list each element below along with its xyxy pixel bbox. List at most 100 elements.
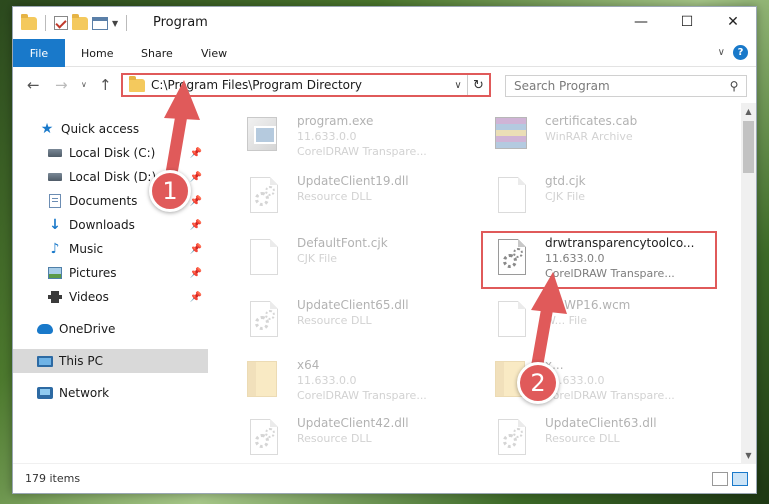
sidebar-item-quick-access[interactable]: ★ Quick access	[13, 117, 208, 141]
tab-share[interactable]: Share	[135, 39, 179, 67]
recent-locations-chevron-icon[interactable]: ∨	[81, 80, 87, 89]
sidebar-item-videos[interactable]: Videos 📌	[13, 285, 208, 309]
scroll-down-icon[interactable]: ▼	[741, 447, 756, 463]
tab-home[interactable]: Home	[75, 39, 119, 67]
file-name: 5...WP16.wcm	[545, 298, 631, 312]
file-name: UpdateClient42.dll	[297, 416, 409, 430]
sidebar-item-local-disk-c[interactable]: Local Disk (C:) 📌	[13, 141, 208, 165]
pin-icon[interactable]: 📌	[190, 292, 202, 303]
ribbon-tabs: File Home Share View ∨ ?	[13, 39, 756, 67]
cloud-icon	[37, 324, 53, 334]
sidebar-item-onedrive[interactable]: OneDrive	[13, 317, 208, 341]
window-title: Program	[153, 15, 208, 30]
address-path[interactable]: C:\Program Files\Program Directory	[151, 78, 449, 92]
download-icon: ↓	[49, 217, 61, 233]
file-item-wp16-wcm[interactable]: 5...WP16.wcm W... File	[483, 293, 723, 349]
sidebar-item-label: Quick access	[61, 122, 140, 136]
file-item-updateclient42[interactable]: UpdateClient42.dll Resource DLL	[235, 411, 475, 463]
up-arrow-icon[interactable]: ↑	[99, 76, 112, 94]
sidebar-item-music[interactable]: ♪ Music 📌	[13, 237, 208, 261]
file-name: UpdateClient63.dll	[545, 416, 657, 430]
sidebar-item-label: Documents	[69, 194, 138, 208]
sidebar-item-pictures[interactable]: Pictures 📌	[13, 261, 208, 285]
file-type: WinRAR Archive	[545, 130, 633, 143]
file-type: Resource DLL	[297, 190, 372, 203]
file-item-updateclient63[interactable]: UpdateClient63.dll Resource DLL	[483, 411, 723, 463]
file-item-program-exe[interactable]: program.exe 11.633.0.0 CorelDRAW Transpa…	[235, 109, 475, 165]
dll-icon	[250, 301, 278, 337]
explorer-window: ▼ Program — ☐ ✕ File Home Share View ∨ ?…	[12, 6, 757, 494]
tab-file[interactable]: File	[13, 39, 65, 67]
file-version: 11.633.0.0	[545, 374, 605, 387]
refresh-icon[interactable]: ↻	[467, 75, 489, 95]
sidebar-item-this-pc[interactable]: This PC	[13, 349, 208, 373]
network-icon	[37, 387, 53, 399]
pin-icon[interactable]: 📌	[190, 172, 202, 183]
new-folder-icon[interactable]	[72, 13, 88, 30]
status-bar: 179 items	[13, 463, 756, 493]
file-item-x64[interactable]: x64 11.633.0.0 CorelDRAW Transpare...	[235, 353, 475, 409]
help-icon[interactable]: ?	[733, 45, 748, 60]
file-type: Resource DLL	[297, 432, 372, 445]
close-button[interactable]: ✕	[710, 7, 756, 37]
file-item-updateclient19[interactable]: UpdateClient19.dll Resource DLL	[235, 169, 475, 225]
documents-icon	[49, 194, 61, 208]
address-dropdown-icon[interactable]: ∨	[449, 80, 467, 91]
file-type: Resource DLL	[297, 314, 372, 327]
file-icon	[498, 301, 526, 337]
details-view-icon[interactable]	[712, 472, 728, 486]
file-item-updateclient65[interactable]: UpdateClient65.dll Resource DLL	[235, 293, 475, 349]
file-name: x64	[297, 358, 320, 372]
tab-view[interactable]: View	[195, 39, 233, 67]
pin-icon[interactable]: 📌	[190, 148, 202, 159]
minimize-button[interactable]: —	[618, 7, 664, 37]
file-description: CorelDRAW Transpare...	[297, 145, 427, 158]
pin-icon[interactable]: 📌	[190, 268, 202, 279]
file-icon	[498, 177, 526, 213]
search-input[interactable]: Search Program ⚲	[505, 75, 747, 97]
collapse-ribbon-icon[interactable]: ∨	[718, 47, 725, 58]
file-version: 11.633.0.0	[297, 130, 357, 143]
address-folder-icon	[129, 75, 145, 92]
file-item-defaultfont-cjk[interactable]: DefaultFont.cjk CJK File	[235, 231, 475, 287]
sidebar-item-network[interactable]: Network	[13, 381, 208, 405]
videos-icon	[48, 291, 62, 303]
sidebar-item-label: Pictures	[69, 266, 117, 280]
search-icon[interactable]: ⚲	[722, 79, 746, 93]
sidebar-item-label: Local Disk (C:)	[69, 146, 156, 160]
pictures-icon	[48, 267, 62, 279]
pin-icon[interactable]: 📌	[190, 196, 202, 207]
properties-check-icon[interactable]	[54, 16, 68, 30]
title-bar: ▼ Program — ☐ ✕	[13, 7, 756, 39]
address-bar[interactable]: C:\Program Files\Program Directory ∨ ↻	[121, 73, 491, 97]
sidebar-item-downloads[interactable]: ↓ Downloads 📌	[13, 213, 208, 237]
file-item-gtd-cjk[interactable]: gtd.cjk CJK File	[483, 169, 723, 225]
sidebar-item-label: This PC	[59, 354, 103, 368]
forward-arrow-icon[interactable]: →	[55, 76, 68, 94]
maximize-button[interactable]: ☐	[664, 7, 710, 37]
file-description: CorelDRAW Transpare...	[297, 389, 427, 402]
file-name: gtd.cjk	[545, 174, 586, 188]
scroll-thumb[interactable]	[743, 121, 754, 173]
tiles-view-icon[interactable]	[732, 472, 748, 486]
file-type: W... File	[545, 314, 588, 327]
rar-archive-icon	[495, 117, 527, 149]
folder-icon	[21, 13, 37, 30]
search-placeholder: Search Program	[514, 79, 610, 93]
customize-icon[interactable]	[92, 16, 108, 30]
scroll-up-icon[interactable]: ▲	[741, 103, 756, 119]
back-arrow-icon[interactable]: ←	[27, 76, 40, 94]
pin-icon[interactable]: 📌	[190, 220, 202, 231]
step-1-badge: 1	[149, 170, 191, 212]
file-name: UpdateClient65.dll	[297, 298, 409, 312]
target-file-highlight	[481, 231, 717, 289]
file-version: 11.633.0.0	[297, 374, 357, 387]
file-item-certificates-cab[interactable]: certificates.cab WinRAR Archive	[483, 109, 723, 165]
vertical-scrollbar[interactable]: ▲ ▼	[741, 103, 756, 463]
qat-dropdown-icon[interactable]: ▼	[112, 19, 118, 28]
file-name: UpdateClient19.dll	[297, 174, 409, 188]
file-icon	[250, 239, 278, 275]
pin-icon[interactable]: 📌	[190, 244, 202, 255]
sidebar-item-label: Local Disk (D:)	[69, 170, 157, 184]
file-type: Resource DLL	[545, 432, 620, 445]
